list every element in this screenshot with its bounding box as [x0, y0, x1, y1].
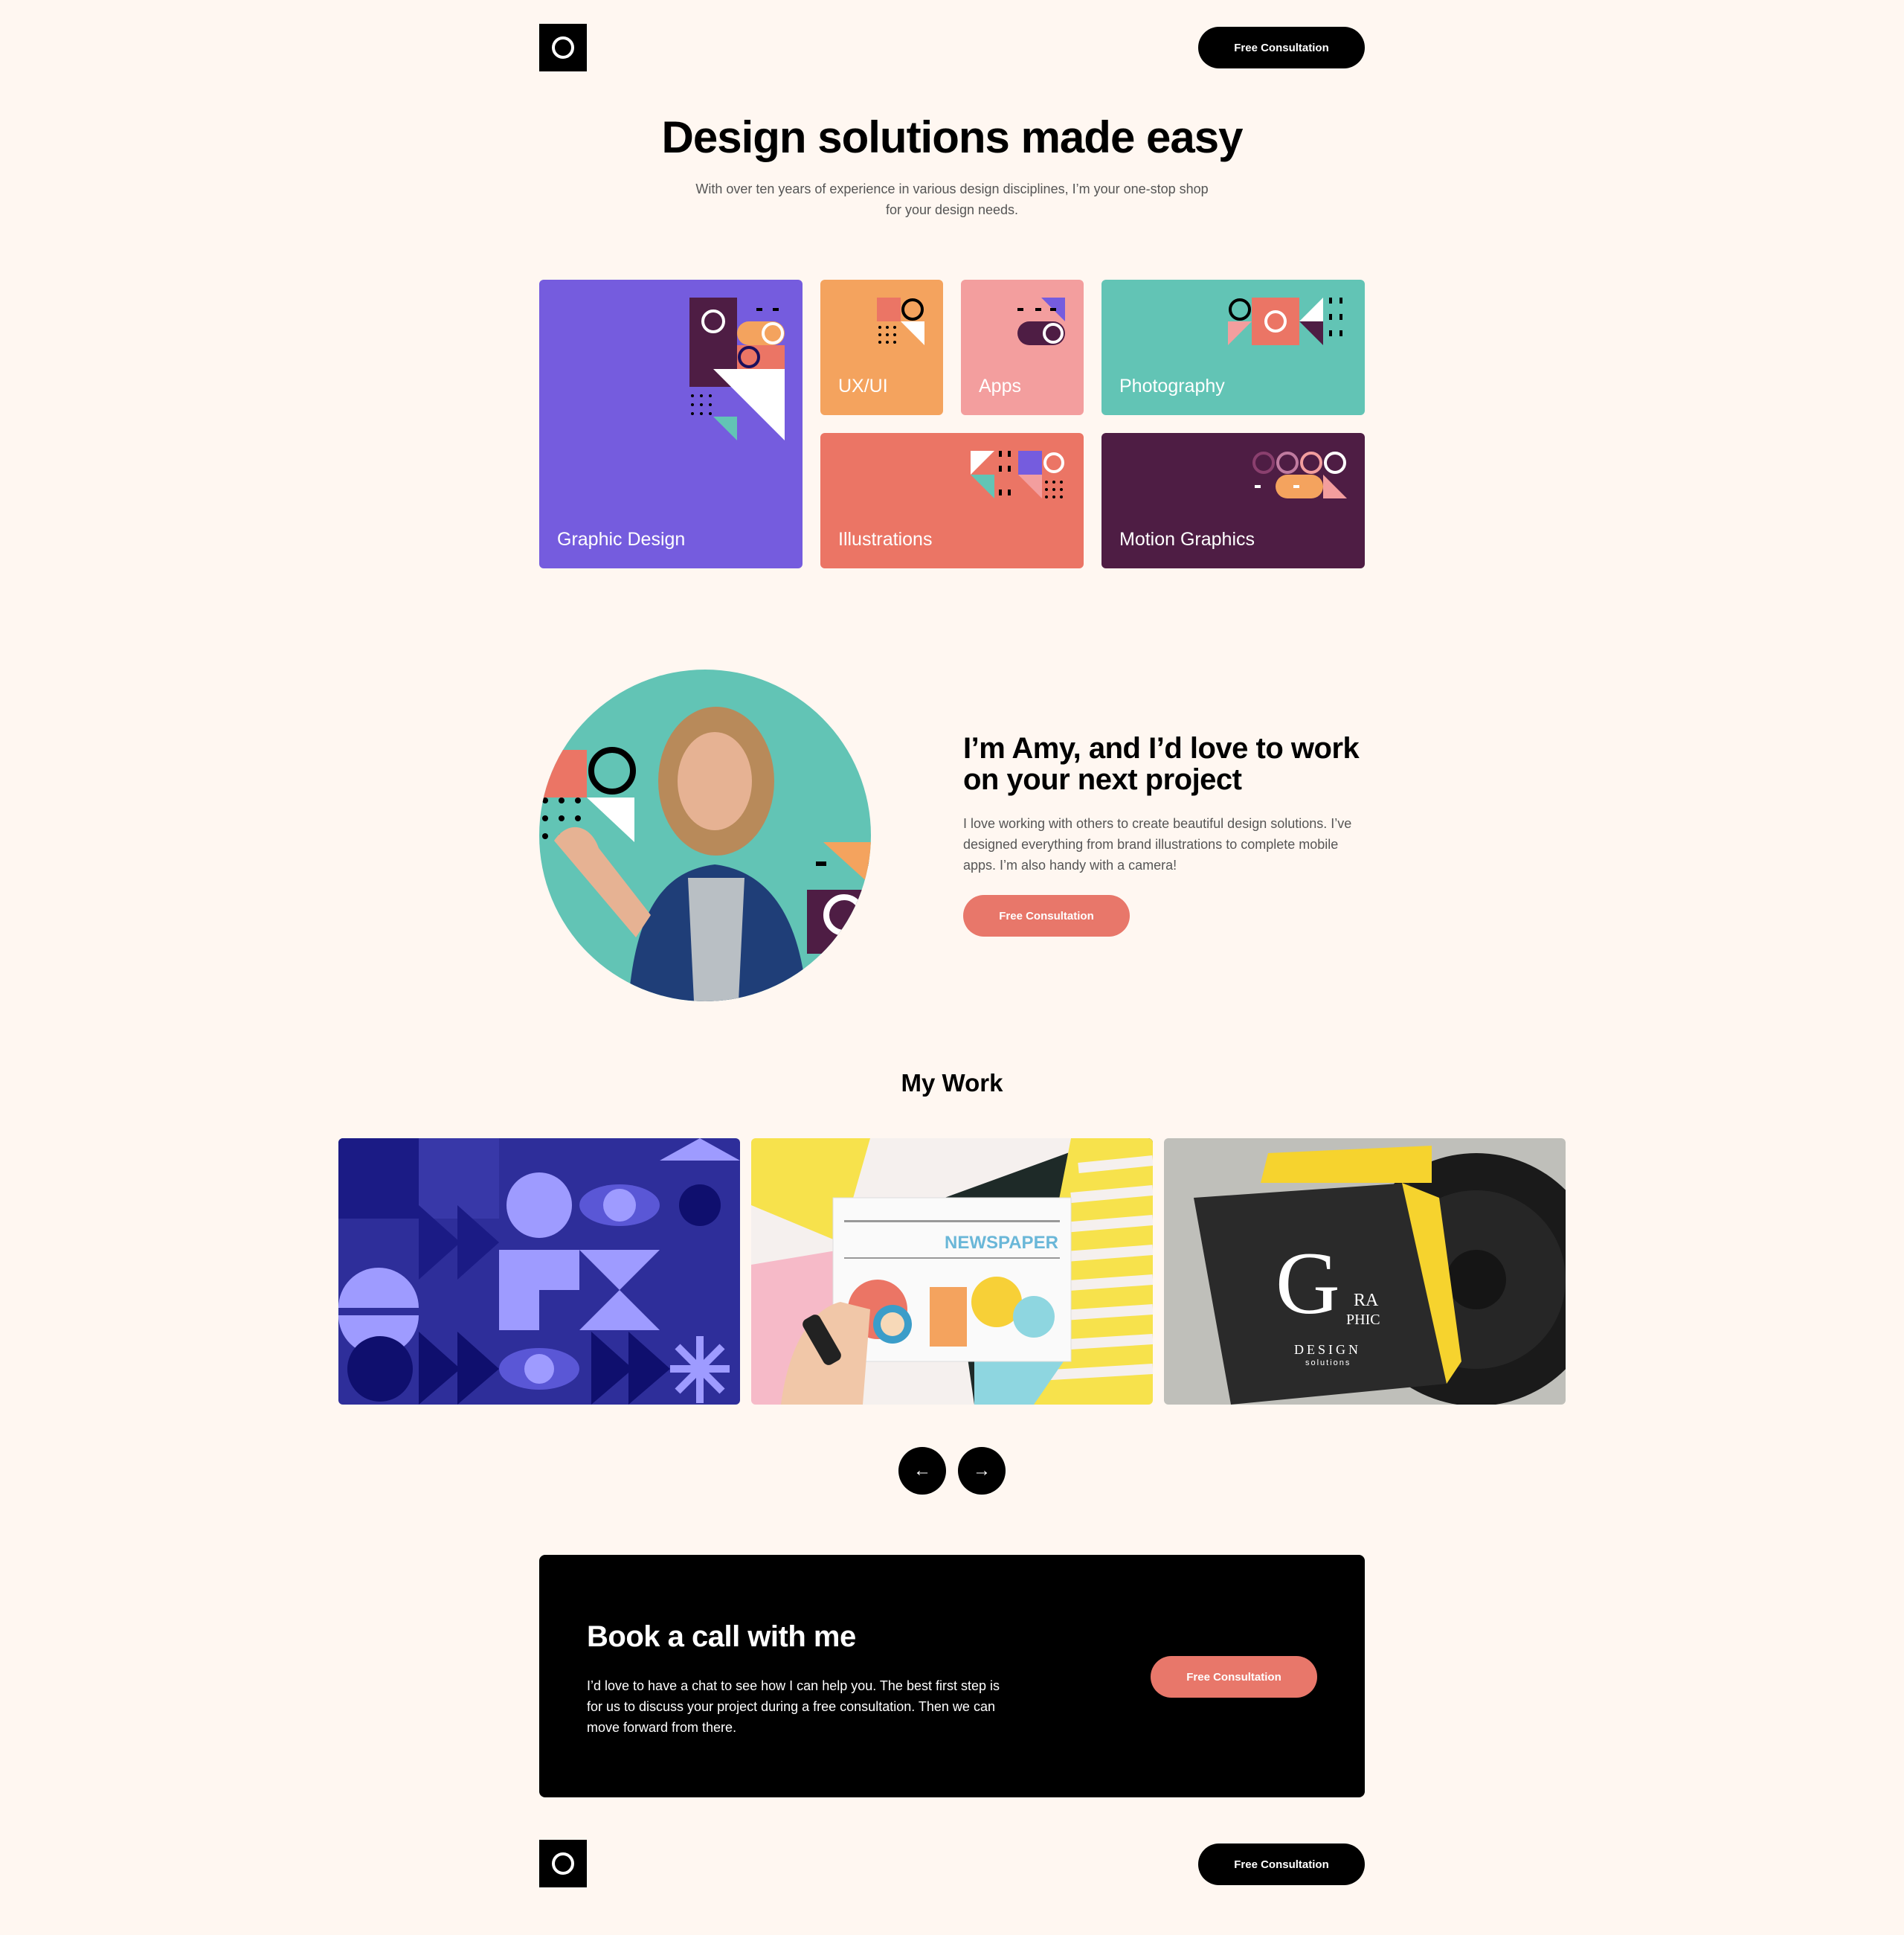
- svg-text:DESIGN: DESIGN: [1294, 1342, 1361, 1357]
- amy-portrait-image: [539, 670, 871, 1001]
- work-item-geometric-pattern[interactable]: [338, 1138, 740, 1405]
- service-label: Illustrations: [838, 529, 933, 550]
- svg-text:PHIC: PHIC: [1346, 1312, 1380, 1328]
- work-item-graphic-book[interactable]: G RA PHIC DESIGN solutions: [1164, 1138, 1566, 1405]
- arrow-right-icon: →: [973, 1460, 991, 1480]
- my-work-title: My Work: [901, 1069, 1003, 1097]
- about-title: I’m Amy, and I’d love to work on your ne…: [963, 732, 1360, 796]
- svg-text:RA: RA: [1354, 1291, 1379, 1310]
- hero-subtitle: With over ten years of experience in var…: [695, 182, 1209, 217]
- hero-title: Design solutions made easy: [661, 112, 1244, 162]
- logo[interactable]: [539, 24, 587, 71]
- service-label: Motion Graphics: [1119, 529, 1255, 550]
- carousel-next-button[interactable]: →: [958, 1447, 1006, 1495]
- svg-text:solutions: solutions: [1305, 1358, 1351, 1367]
- service-tile-photography[interactable]: Photography: [1101, 280, 1365, 415]
- circle-logo-icon: [552, 1852, 574, 1875]
- footer-consultation-button[interactable]: Free Consultation: [1198, 1843, 1365, 1885]
- work-item-newspaper[interactable]: NEWSPAPER: [751, 1138, 1153, 1405]
- service-label: UX/UI: [838, 376, 888, 397]
- header-consultation-button[interactable]: Free Consultation: [1198, 27, 1365, 68]
- service-tile-apps[interactable]: Apps: [961, 280, 1084, 415]
- svg-text:NEWSPAPER: NEWSPAPER: [945, 1233, 1058, 1253]
- service-tile-graphic-design[interactable]: Graphic Design: [539, 280, 803, 568]
- service-label: Graphic Design: [557, 529, 686, 550]
- service-tile-motion-graphics[interactable]: Motion Graphics: [1101, 433, 1365, 568]
- cta-title: Book a call with me: [587, 1620, 856, 1653]
- arrow-left-icon: ←: [913, 1460, 931, 1480]
- cta-text: I’d love to have a chat to see how I can…: [587, 1678, 1000, 1735]
- circle-logo-icon: [552, 36, 574, 59]
- graphic-design-illustration: [689, 298, 785, 440]
- service-label: Photography: [1119, 376, 1225, 397]
- service-tile-ux-ui[interactable]: UX/UI: [820, 280, 943, 415]
- graphic-design-book-image: G RA PHIC DESIGN solutions: [1164, 1138, 1566, 1405]
- about-consultation-button[interactable]: Free Consultation: [963, 895, 1130, 937]
- cta-consultation-button[interactable]: Free Consultation: [1151, 1656, 1317, 1698]
- service-label: Apps: [979, 376, 1021, 397]
- service-tile-illustrations[interactable]: Illustrations: [820, 433, 1084, 568]
- book-call-section: Book a call with me I’d love to have a c…: [539, 1555, 1365, 1797]
- svg-text:G: G: [1276, 1233, 1340, 1332]
- carousel-prev-button[interactable]: ←: [898, 1447, 946, 1495]
- newspaper-image: NEWSPAPER: [751, 1138, 1153, 1405]
- about-text: I love working with others to create bea…: [963, 816, 1352, 873]
- footer-logo[interactable]: [539, 1840, 587, 1887]
- geometric-pattern-image: [338, 1138, 740, 1405]
